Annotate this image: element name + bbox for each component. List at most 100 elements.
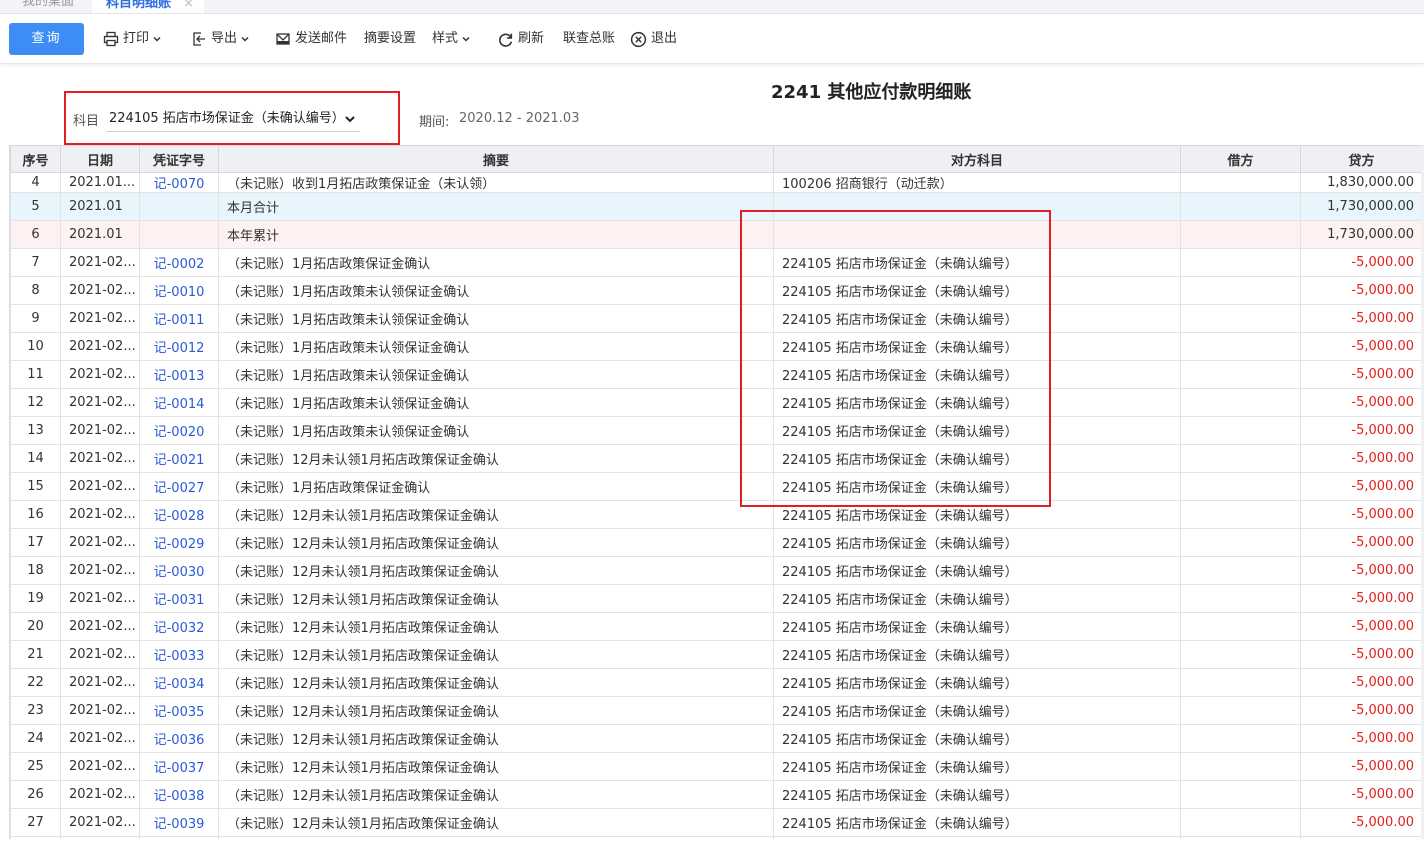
cell-credit: -5,000.00 bbox=[1300, 276, 1421, 305]
table-row[interactable]: 7 2021-02... 记-0002 （未记账）1月拓店政策保证金确认 224105 … bbox=[10, 248, 1421, 277]
style-label: 样式 bbox=[432, 31, 459, 46]
cell-date: 2021-02... bbox=[60, 388, 140, 417]
table-row[interactable]: 20 2021-02... 记-0032 （未记账）12月未认领1月拓店政策保证金确认… bbox=[10, 612, 1421, 641]
cell-voucher-link[interactable]: 记-0012 bbox=[139, 332, 219, 361]
cell-no: 18 bbox=[10, 556, 61, 585]
cell-contra-account: 224105 拓店市场保证金（未确认编号） bbox=[773, 276, 1181, 305]
tab-account-ledger[interactable]: 科目明细账 × bbox=[92, 0, 204, 13]
cell-voucher-link[interactable]: 记-0039 bbox=[139, 808, 219, 837]
cell-voucher-link[interactable]: 记-0002 bbox=[139, 248, 219, 277]
cell-date: 2021-02... bbox=[60, 528, 140, 557]
col-header-date[interactable]: 日期 bbox=[60, 145, 140, 173]
table-row[interactable]: 282021-02...记-0040（未记账）12月未认领1月拓店政策保证金确认… bbox=[10, 836, 1421, 839]
table-row[interactable]: 22 2021-02... 记-0034 （未记账）12月未认领1月拓店政策保证金确认… bbox=[10, 668, 1421, 697]
cell-voucher-link[interactable]: 记-0010 bbox=[139, 276, 219, 305]
cell-voucher-link[interactable]: 记-0029 bbox=[139, 528, 219, 557]
col-header-credit[interactable]: 贷方 bbox=[1300, 145, 1421, 173]
cell-debit bbox=[1180, 388, 1301, 417]
cell-date: 2021-02... bbox=[60, 612, 140, 641]
chevron-down-icon bbox=[462, 36, 470, 42]
table-row[interactable]: 27 2021-02... 记-0039 （未记账）12月未认领1月拓店政策保证金确认… bbox=[10, 808, 1421, 837]
table-row[interactable]: 12 2021-02... 记-0014 （未记账）1月拓店政策未认领保证金确认 224… bbox=[10, 388, 1421, 417]
cell-contra-account: 224105 拓店市场保证金（未确认编号） bbox=[773, 752, 1181, 781]
cell-voucher-link[interactable]: 记-0038 bbox=[139, 780, 219, 809]
table-row[interactable]: 16 2021-02... 记-0028 （未记账）12月未认领1月拓店政策保证金确认… bbox=[10, 500, 1421, 529]
cell-voucher-link[interactable]: 记-0031 bbox=[139, 584, 219, 613]
cell-voucher-link[interactable]: 记-0034 bbox=[139, 668, 219, 697]
cell-voucher-link[interactable]: 记-0027 bbox=[139, 472, 219, 501]
tab-my-desktop[interactable]: 我的桌面 bbox=[22, 0, 74, 13]
query-button[interactable]: 查询 bbox=[9, 23, 84, 55]
cell-voucher-link[interactable]: 记-0032 bbox=[139, 612, 219, 641]
table-row[interactable]: 26 2021-02... 记-0038 （未记账）12月未认领1月拓店政策保证金确认… bbox=[10, 780, 1421, 809]
cell-debit bbox=[1180, 724, 1301, 753]
table-row[interactable]: 25 2021-02... 记-0037 （未记账）12月未认领1月拓店政策保证金确认… bbox=[10, 752, 1421, 781]
table-row[interactable]: 5 2021.01 本月合计 1,730,000.00 bbox=[10, 192, 1421, 221]
cell-summary: （未记账）12月未认领1月拓店政策保证金确认 bbox=[218, 724, 774, 753]
cell-voucher-link[interactable] bbox=[139, 220, 219, 249]
cell-voucher-link[interactable]: 记-0011 bbox=[139, 304, 219, 333]
exit-button[interactable]: 退出 bbox=[630, 28, 677, 50]
cell-date: 2021-02... bbox=[60, 752, 140, 781]
cell-date: 2021-02... bbox=[60, 276, 140, 305]
col-header-no[interactable]: 序号 bbox=[10, 145, 61, 173]
send-mail-button[interactable]: 发送邮件 bbox=[275, 28, 347, 50]
cell-contra-account: 224105 拓店市场保证金（未确认编号） bbox=[773, 416, 1181, 445]
table-row[interactable]: 9 2021-02... 记-0011 （未记账）1月拓店政策未认领保证金确认 2241… bbox=[10, 304, 1421, 333]
table-row[interactable]: 11 2021-02... 记-0013 （未记账）1月拓店政策未认领保证金确认 224… bbox=[10, 360, 1421, 389]
table-row[interactable]: 18 2021-02... 记-0030 （未记账）12月未认领1月拓店政策保证金确认… bbox=[10, 556, 1421, 585]
cell-voucher-link[interactable]: 记-0014 bbox=[139, 388, 219, 417]
link-ledger-button[interactable]: 联查总账 bbox=[563, 28, 615, 50]
print-button[interactable]: 打印 bbox=[103, 28, 162, 50]
cell-date: 2021-02... bbox=[60, 416, 140, 445]
cell-voucher-link[interactable]: 记-0036 bbox=[139, 724, 219, 753]
export-button[interactable]: 导出 bbox=[191, 28, 250, 50]
table-row[interactable]: 10 2021-02... 记-0012 （未记账）1月拓店政策未认领保证金确认 224… bbox=[10, 332, 1421, 361]
cell-debit bbox=[1180, 500, 1301, 529]
table-row[interactable]: 15 2021-02... 记-0027 （未记账）1月拓店政策保证金确认 224105… bbox=[10, 472, 1421, 501]
cell-voucher-link[interactable] bbox=[139, 192, 219, 221]
table-row[interactable]: 21 2021-02... 记-0033 （未记账）12月未认领1月拓店政策保证金确认… bbox=[10, 640, 1421, 669]
summary-settings-button[interactable]: 摘要设置 bbox=[364, 28, 416, 50]
table-row[interactable]: 24 2021-02... 记-0036 （未记账）12月未认领1月拓店政策保证金确认… bbox=[10, 724, 1421, 753]
refresh-button[interactable]: 刷新 bbox=[497, 28, 544, 50]
cell-voucher-link[interactable]: 记-0020 bbox=[139, 416, 219, 445]
cell-voucher-link[interactable]: 记-0070 bbox=[139, 172, 219, 193]
table-row[interactable]: 14 2021-02... 记-0021 （未记账）12月未认领1月拓店政策保证金确认… bbox=[10, 444, 1421, 473]
cell-voucher-link[interactable]: 记-0033 bbox=[139, 640, 219, 669]
cell-summary: （未记账）1月拓店政策保证金确认 bbox=[218, 248, 774, 277]
cell-credit: -5,000.00 bbox=[1300, 612, 1421, 641]
cell-summary: （未记账）12月未认领1月拓店政策保证金确认 bbox=[218, 780, 774, 809]
table-row-partial[interactable]: 4 2021.01... 记-0070 （未记账）收到1月拓店政策保证金（未认领… bbox=[10, 172, 1421, 193]
col-header-summary[interactable]: 摘要 bbox=[218, 145, 774, 173]
cell-debit bbox=[1180, 360, 1301, 389]
cell-voucher-link[interactable]: 记-0013 bbox=[139, 360, 219, 389]
table-row[interactable]: 23 2021-02... 记-0035 （未记账）12月未认领1月拓店政策保证金确认… bbox=[10, 696, 1421, 725]
account-select[interactable]: 224105 拓店市场保证金（未确认编号） bbox=[106, 106, 360, 132]
table-row[interactable]: 13 2021-02... 记-0020 （未记账）1月拓店政策未认领保证金确认 224… bbox=[10, 416, 1421, 445]
table-row[interactable]: 17 2021-02... 记-0029 （未记账）12月未认领1月拓店政策保证金确认… bbox=[10, 528, 1421, 557]
cell-voucher-link[interactable]: 记-0028 bbox=[139, 500, 219, 529]
col-header-contra-account[interactable]: 对方科目 bbox=[773, 145, 1181, 173]
close-icon[interactable]: × bbox=[183, 0, 194, 12]
table-row[interactable]: 8 2021-02... 记-0010 （未记账）1月拓店政策未认领保证金确认 2241… bbox=[10, 276, 1421, 305]
summary-settings-label: 摘要设置 bbox=[364, 31, 417, 46]
cell-debit bbox=[1180, 808, 1301, 837]
cell-voucher-link[interactable]: 记-0037 bbox=[139, 752, 219, 781]
cell-summary: （未记账）1月拓店政策未认领保证金确认 bbox=[218, 332, 774, 361]
cell-voucher-link[interactable]: 记-0021 bbox=[139, 444, 219, 473]
cell-voucher-link[interactable]: 记-0040 bbox=[139, 836, 219, 839]
table-row[interactable]: 19 2021-02... 记-0031 （未记账）12月未认领1月拓店政策保证金确认… bbox=[10, 584, 1421, 613]
cell-credit: 1,830,000.00 bbox=[1300, 172, 1421, 193]
send-mail-label: 发送邮件 bbox=[295, 31, 348, 46]
table-row[interactable]: 6 2021.01 本年累计 1,730,000.00 bbox=[10, 220, 1421, 249]
cell-debit bbox=[1180, 172, 1301, 193]
cell-contra-account: 224105 拓店市场保证金（未确认编号） bbox=[773, 528, 1181, 557]
cell-voucher-link[interactable]: 记-0035 bbox=[139, 696, 219, 725]
col-header-voucher[interactable]: 凭证字号 bbox=[139, 145, 219, 173]
cell-no: 10 bbox=[10, 332, 61, 361]
account-select-value: 224105 拓店市场保证金（未确认编号） bbox=[109, 111, 345, 126]
col-header-debit[interactable]: 借方 bbox=[1180, 145, 1301, 173]
style-button[interactable]: 样式 bbox=[432, 28, 471, 50]
cell-voucher-link[interactable]: 记-0030 bbox=[139, 556, 219, 585]
